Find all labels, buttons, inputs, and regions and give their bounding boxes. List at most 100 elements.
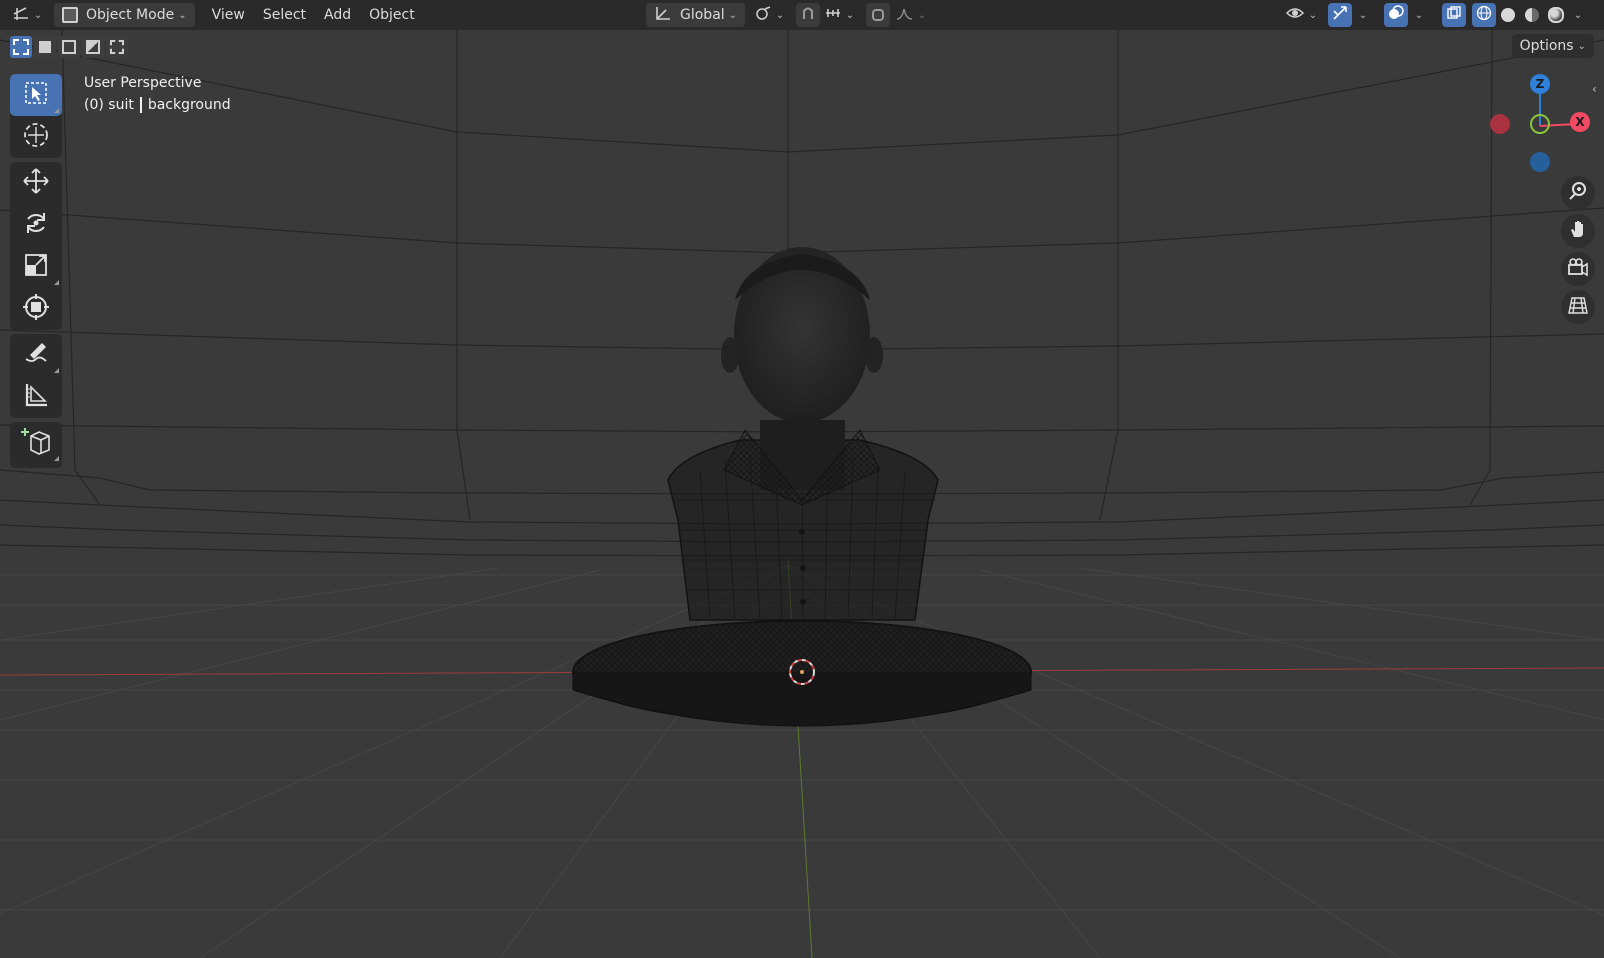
material-preview-button[interactable]	[1520, 3, 1544, 27]
overlay-toggle[interactable]	[1384, 3, 1408, 27]
select-invert-button[interactable]	[82, 36, 104, 58]
select-intersect-icon	[110, 40, 124, 54]
chevron-down-icon: ⌄	[1358, 9, 1368, 21]
orientation-axes-icon	[654, 5, 672, 25]
zoom-button[interactable]	[1561, 176, 1595, 210]
toolbar-annotate-group	[10, 334, 62, 418]
tool-submenu-indicator	[54, 108, 59, 113]
object-mode-icon	[62, 7, 78, 23]
chevron-down-icon: ⌄	[178, 9, 187, 21]
scene-canvas[interactable]	[0, 0, 1604, 958]
add-cube-icon	[21, 426, 51, 460]
tool-rotate[interactable]	[10, 204, 62, 246]
snap-target-dropdown[interactable]: ⌄	[822, 3, 856, 27]
chevron-down-icon: ⌄	[1573, 9, 1583, 21]
bust-left-ear	[721, 337, 739, 373]
shading-dropdown[interactable]: ⌄	[1568, 3, 1588, 27]
select-mode-group	[10, 34, 130, 60]
frame-collection: (0) suit	[84, 97, 134, 113]
tool-move[interactable]	[10, 162, 62, 204]
gizmo-neg-x-axis[interactable]	[1490, 114, 1510, 134]
options-label: Options	[1519, 38, 1574, 54]
select-extend-button[interactable]	[34, 36, 56, 58]
camera-view-button[interactable]	[1561, 252, 1595, 286]
rendered-shading-button[interactable]	[1544, 3, 1568, 27]
select-subtract-button[interactable]	[58, 36, 80, 58]
tool-submenu-indicator	[54, 368, 59, 373]
select-invert-icon	[86, 40, 100, 54]
chevron-down-icon: ⌄	[845, 9, 855, 21]
hand-pan-icon	[1568, 219, 1588, 243]
falloff-dropdown[interactable]: ⌄	[894, 3, 928, 27]
orientation-label: Global	[680, 7, 725, 23]
overlay-icon	[1388, 5, 1404, 25]
solid-shading-button[interactable]	[1496, 3, 1520, 27]
chevron-down-icon: ⌄	[33, 9, 43, 21]
select-box-icon	[24, 81, 48, 109]
tool-add-cube[interactable]	[10, 422, 62, 464]
3d-viewport[interactable]	[0, 0, 1604, 958]
xray-toggle[interactable]	[1442, 3, 1466, 27]
ortho-grid-icon	[1568, 295, 1588, 319]
tool-select-box[interactable]	[10, 74, 62, 116]
navigation-gizmo[interactable]: Z X	[1484, 74, 1594, 174]
cursor-icon	[22, 121, 50, 153]
select-intersect-button[interactable]	[106, 36, 128, 58]
zoom-icon	[1568, 181, 1588, 205]
tool-scale[interactable]	[10, 246, 62, 288]
visibility-dropdown[interactable]: ⌄	[1282, 3, 1320, 27]
transform-orientation-dropdown[interactable]: Global ⌄	[646, 3, 746, 27]
menu-add[interactable]: Add	[315, 3, 360, 27]
select-new-button[interactable]	[10, 36, 32, 58]
z-label: Z	[1535, 77, 1545, 91]
tool-submenu-indicator	[54, 456, 59, 461]
gizmo-dropdown[interactable]: ⌄	[1354, 3, 1372, 27]
menu-select[interactable]: Select	[254, 3, 315, 27]
scale-icon	[23, 252, 49, 282]
gizmo-x-axis[interactable]: X	[1570, 112, 1590, 132]
axis-grid-icon	[12, 5, 30, 25]
object-info: (0) suit background	[84, 94, 231, 116]
x-label: X	[1575, 115, 1585, 129]
pivot-point-dropdown[interactable]: ⌄	[752, 3, 786, 27]
shirt-button	[800, 599, 806, 605]
tool-transform[interactable]	[10, 288, 62, 330]
ortho-toggle-button[interactable]	[1561, 290, 1595, 324]
tool-cursor[interactable]	[10, 116, 62, 158]
proportional-edit-toggle[interactable]	[866, 3, 890, 27]
viewport-header: ⌄ Object Mode ⌄ View Select Add Object G…	[0, 0, 1604, 30]
view-name: User Perspective	[84, 75, 202, 91]
tool-annotate[interactable]	[10, 334, 62, 376]
overlay-dropdown[interactable]: ⌄	[1410, 3, 1428, 27]
measure-icon	[22, 381, 50, 413]
camera-view-icon	[1567, 257, 1589, 281]
gizmo-z-axis[interactable]: Z	[1530, 74, 1550, 94]
editor-type-button[interactable]: ⌄	[10, 3, 44, 27]
gizmo-y-axis[interactable]	[1530, 114, 1550, 134]
move-icon	[22, 167, 50, 199]
wireframe-shading-icon	[1476, 5, 1492, 25]
mode-label: Object Mode	[86, 7, 175, 23]
snap-icon	[800, 5, 816, 25]
chevron-down-icon: ⌄	[1414, 9, 1424, 21]
gizmo-neg-z-axis[interactable]	[1530, 152, 1550, 172]
gizmo-icon	[1332, 5, 1348, 25]
snap-toggle[interactable]	[796, 3, 820, 27]
toolbar-select-group	[10, 74, 62, 158]
options-dropdown[interactable]: Options ⌄	[1511, 34, 1594, 58]
sidebar-toggle[interactable]: ‹	[1592, 82, 1597, 96]
mode-dropdown[interactable]: Object Mode ⌄	[54, 3, 195, 27]
chevron-down-icon: ⌄	[1308, 9, 1318, 21]
bust-right-ear	[865, 337, 883, 373]
chevron-down-icon: ⌄	[728, 9, 738, 21]
shirt-button	[800, 565, 806, 571]
wireframe-shading-button[interactable]	[1472, 3, 1496, 27]
menu-object[interactable]: Object	[360, 3, 424, 27]
rotate-icon	[22, 209, 50, 241]
pan-button[interactable]	[1561, 214, 1595, 248]
tool-measure[interactable]	[10, 376, 62, 418]
toolbar-add-group	[10, 422, 62, 468]
menu-view[interactable]: View	[203, 3, 254, 27]
gizmo-toggle[interactable]	[1328, 3, 1352, 27]
solid-shading-icon	[1501, 8, 1515, 22]
